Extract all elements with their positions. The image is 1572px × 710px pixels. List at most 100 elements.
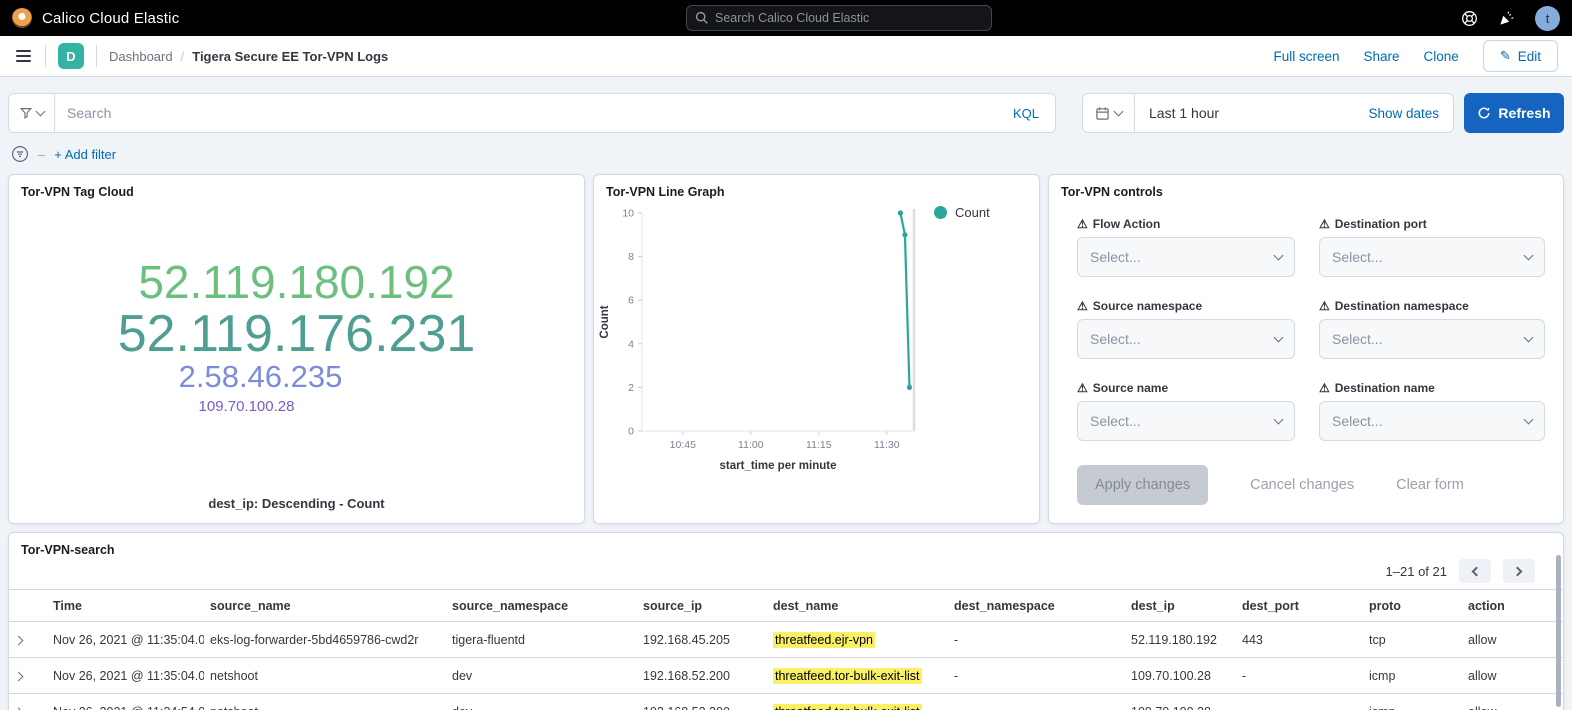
expand-row-button[interactable] [9,694,47,710]
clear-form-button[interactable]: Clear form [1396,477,1464,493]
user-avatar[interactable]: t [1535,6,1560,31]
date-picker: Last 1 hour Show dates [1082,93,1454,133]
show-dates-link[interactable]: Show dates [1368,106,1453,121]
tag-cloud-panel: Tor-VPN Tag Cloud 52.119.180.19252.119.1… [8,174,585,524]
calendar-menu-button[interactable] [1083,94,1135,132]
chevron-down-icon [36,107,46,117]
cell-dest_namespace: - [948,658,1125,694]
control-select[interactable]: Select... [1077,319,1295,359]
cell-dest_ip: 109.70.100.28 [1125,658,1236,694]
chart-point [898,210,903,215]
control-select[interactable]: Select... [1077,237,1295,277]
cell-dest_name: threatfeed.tor-bulk-exit-list [767,658,948,694]
chevron-left-icon [1472,566,1482,576]
panel-title: Tor-VPN-search [9,533,1563,557]
page-title: Tigera Secure EE Tor-VPN Logs [192,49,388,64]
help-ring-icon[interactable] [1461,10,1478,27]
cell-time: Nov 26, 2021 @ 11:35:04.000 [47,622,204,658]
dashboard-app-badge[interactable]: D [58,43,84,69]
cancel-changes-button[interactable]: Cancel changes [1250,477,1354,493]
y-axis-tick-label: 10 [622,208,634,220]
chevron-down-icon [1524,251,1534,261]
whats-new-icon[interactable] [1498,10,1515,27]
cell-source_ip: 192.168.52.200 [637,658,767,694]
column-header-source_name[interactable]: source_name [204,590,446,622]
expand-row-button[interactable] [9,622,47,658]
filter-settings-icon[interactable] [11,145,29,163]
column-header-source_ip[interactable]: source_ip [637,590,767,622]
cell-action: allow [1462,622,1564,658]
control-select[interactable]: Select... [1319,319,1545,359]
x-axis-tick-label: 10:45 [670,439,696,451]
chevron-down-icon [1274,333,1284,343]
tag-cloud-word[interactable]: 52.119.180.192 [138,258,454,306]
cell-dest_name: threatfeed.tor-bulk-exit-list [767,694,948,710]
chart-point [907,385,912,390]
column-header-dest_port[interactable]: dest_port [1236,590,1363,622]
chevron-down-icon [1274,415,1284,425]
divider [45,45,46,67]
chevron-down-icon [1524,333,1534,343]
tag-cloud-word[interactable]: 2.58.46.235 [179,361,343,394]
chevron-down-icon [1114,107,1124,117]
full-screen-link[interactable]: Full screen [1273,49,1339,64]
cell-dest_namespace: - [948,622,1125,658]
saved-query-menu-button[interactable] [9,94,55,132]
edit-button[interactable]: ✎ Edit [1483,40,1558,72]
column-header-dest_namespace[interactable]: dest_namespace [948,590,1125,622]
kql-search-input[interactable] [55,94,997,132]
control-select[interactable]: Select... [1077,401,1295,441]
chevron-down-icon [1274,251,1284,261]
legend-count[interactable]: Count [934,205,990,220]
next-page-button[interactable] [1503,559,1535,583]
highlighted-dest-name: threatfeed.tor-bulk-exit-list [773,668,922,684]
query-bar: KQL [8,93,1056,133]
previous-page-button[interactable] [1459,559,1491,583]
global-search[interactable] [686,5,992,31]
calico-logo-icon[interactable] [12,8,32,28]
expand-row-button[interactable] [9,658,47,694]
warning-icon: ⚠ [1077,381,1088,395]
control-label: ⚠Destination name [1319,381,1545,395]
chevron-right-icon [14,635,24,645]
control-select[interactable]: Select... [1319,237,1545,277]
column-header-dest_name[interactable]: dest_name [767,590,948,622]
kql-toggle[interactable]: KQL [997,106,1055,121]
warning-icon: ⚠ [1319,381,1330,395]
column-header-action[interactable]: action [1462,590,1564,622]
control-field: ⚠Destination name Select... [1319,381,1545,441]
share-link[interactable]: Share [1364,49,1400,64]
cell-dest_ip: 52.119.180.192 [1125,622,1236,658]
apply-changes-button[interactable]: Apply changes [1077,465,1208,505]
vertical-scrollbar[interactable] [1556,555,1561,707]
control-field: ⚠Destination portSelect... [1319,217,1545,277]
cell-source_name: eks-log-forwarder-5bd4659786-cwd2r [204,622,446,658]
hamburger-menu-icon[interactable] [14,46,33,66]
tag-cloud-word[interactable]: 109.70.100.28 [199,399,295,415]
tag-cloud-word[interactable]: 52.119.176.231 [118,307,476,362]
column-header-source_namespace[interactable]: source_namespace [446,590,637,622]
time-range-value[interactable]: Last 1 hour [1135,105,1219,121]
add-filter-link[interactable]: + Add filter [54,147,116,162]
clone-link[interactable]: Clone [1424,49,1459,64]
x-axis-title: start_time per minute [720,460,837,472]
y-axis-tick-label: 4 [628,338,634,350]
line-graph-panel: Tor-VPN Line Graph 024681010:4511:0011:1… [593,174,1040,524]
refresh-button[interactable]: Refresh [1464,93,1564,133]
column-header-time[interactable]: Time [47,590,204,622]
cell-proto: tcp [1363,622,1462,658]
column-header-dest_ip[interactable]: dest_ip [1125,590,1236,622]
cell-action: allow [1462,694,1564,710]
divider [96,45,97,67]
control-select[interactable]: Select... [1319,401,1545,441]
panel-title: Tor-VPN Tag Cloud [9,175,584,199]
calendar-icon [1095,106,1110,121]
global-search-input[interactable] [715,11,983,25]
app-title: Calico Cloud Elastic [42,10,179,27]
control-field: ⚠Flow ActionSelect... [1077,217,1295,277]
breadcrumb-dashboard[interactable]: Dashboard [109,49,173,64]
column-header-proto[interactable]: proto [1363,590,1462,622]
cell-time: Nov 26, 2021 @ 11:35:04.000 [47,658,204,694]
control-field: ⚠Destination namespaceSelect... [1319,299,1545,359]
cell-dest_port: - [1236,658,1363,694]
